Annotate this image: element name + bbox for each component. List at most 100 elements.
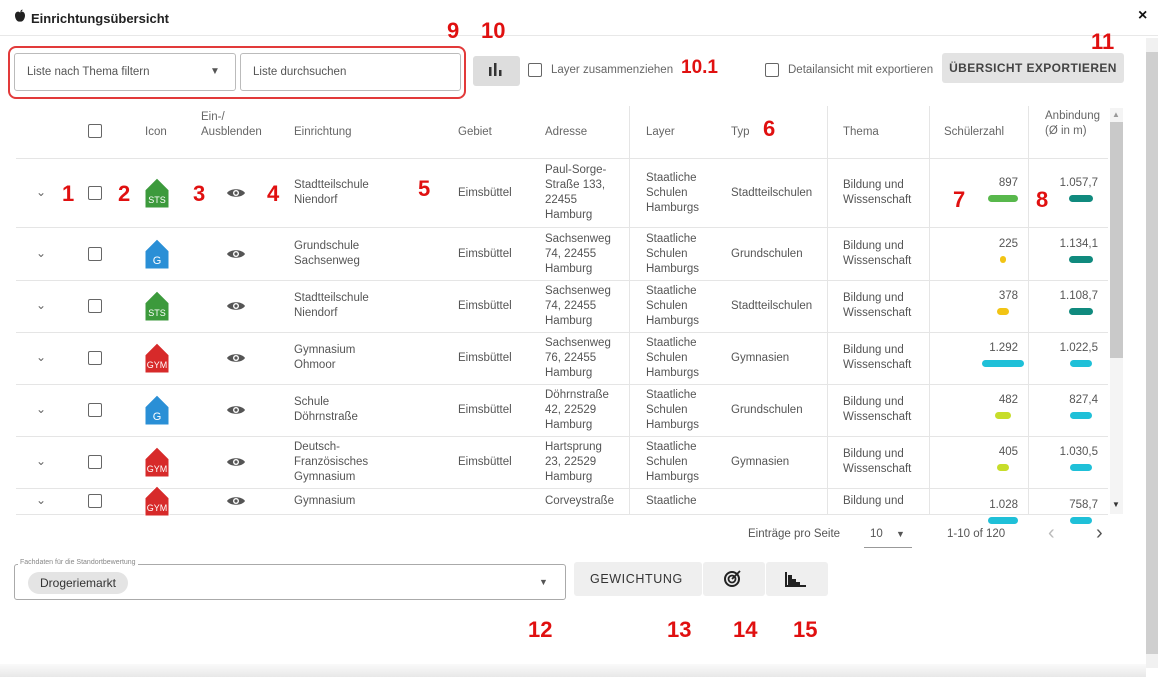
topic: Bildung und [843, 292, 904, 304]
topic-filter-select[interactable]: Liste nach Thema filtern ▼ [14, 53, 236, 91]
eye-icon[interactable] [226, 404, 246, 416]
address: 42, 22529 [545, 403, 597, 416]
scroll-down-icon[interactable]: ▼ [1112, 500, 1120, 509]
eye-icon[interactable] [226, 456, 246, 468]
expand-row-icon[interactable]: ⌄ [36, 493, 46, 507]
students-value: 225 [998, 238, 1018, 250]
connection-value: 1.030,5 [1059, 446, 1098, 458]
students-value: 378 [998, 290, 1018, 302]
chart-view-button[interactable] [473, 56, 520, 86]
expand-row-icon[interactable]: ⌄ [36, 246, 46, 260]
header-address[interactable]: Adresse [545, 125, 587, 140]
eye-icon[interactable] [226, 495, 246, 507]
header-connection-line1[interactable]: Anbindung [1045, 109, 1100, 124]
row-checkbox[interactable] [88, 494, 102, 508]
expand-row-icon[interactable]: ⌄ [36, 185, 46, 199]
layer: Staatliche [646, 336, 697, 349]
bar-chart-icon [489, 63, 502, 76]
row-checkbox[interactable] [88, 351, 102, 365]
area: Eimsbüttel [458, 404, 512, 416]
address: Sachsenweg [545, 232, 611, 245]
topic: Bildung und [843, 179, 904, 191]
rows-per-page-select[interactable]: 10 ▼ [864, 520, 912, 548]
name: Niendorf [294, 194, 338, 206]
address: 74, 22455 [545, 299, 597, 312]
row-checkbox[interactable] [88, 403, 102, 417]
column-divider [929, 106, 930, 514]
expand-row-icon[interactable]: ⌄ [36, 402, 46, 416]
header-type[interactable]: Typ [731, 125, 750, 140]
name: Schule [294, 396, 330, 408]
eye-icon[interactable] [226, 248, 246, 260]
header-students[interactable]: Schülerzahl [944, 125, 1004, 140]
eye-icon[interactable] [226, 300, 246, 312]
radar-chart-button[interactable] [703, 562, 765, 596]
table-scrollbar[interactable]: ▲ ▼ [1110, 108, 1123, 514]
dialog-scrollbar[interactable] [1146, 38, 1158, 668]
row-checkbox[interactable] [88, 299, 102, 313]
weighting-button[interactable]: GEWICHTUNG [574, 562, 702, 596]
close-icon[interactable]: × [1138, 7, 1147, 25]
area: Eimsbüttel [458, 456, 512, 468]
table-scrollbar-thumb[interactable] [1110, 122, 1123, 358]
expand-row-icon[interactable]: ⌄ [36, 454, 46, 468]
name: Gymnasium [294, 494, 356, 507]
connection-indicator [1069, 195, 1093, 202]
list-search-input[interactable] [240, 53, 461, 91]
layer: Schulen [646, 403, 688, 416]
header-layer[interactable]: Layer [646, 125, 675, 140]
selected-chip[interactable]: Drogeriemarkt [28, 572, 129, 594]
annotation-11: 11 [1091, 29, 1115, 54]
select-all-checkbox[interactable] [88, 124, 102, 138]
header-facility[interactable]: Einrichtung [294, 125, 352, 140]
eye-icon[interactable] [226, 352, 246, 364]
annotation-4: 4 [267, 181, 280, 206]
annotation-10: 10 [481, 18, 506, 43]
expand-row-icon[interactable]: ⌄ [36, 350, 46, 364]
connection-indicator [1070, 464, 1092, 471]
students-indicator [997, 464, 1009, 471]
export-overview-button[interactable]: ÜBERSICHT EXPORTIEREN [942, 53, 1124, 83]
detail-export-checkbox[interactable] [765, 63, 779, 77]
layer: Schulen [646, 247, 688, 260]
connection-value: 1.134,1 [1059, 238, 1098, 250]
name: Stadtteilschule [294, 292, 369, 304]
column-divider [629, 106, 630, 514]
school-type-badge: STS [148, 308, 166, 318]
name: Deutsch- [294, 440, 341, 453]
next-page-icon[interactable]: › [1096, 522, 1103, 545]
layer: Hamburgs [646, 314, 700, 327]
annotation-5: 5 [418, 176, 431, 201]
layer: Schulen [646, 186, 688, 199]
type: Stadtteilschulen [731, 187, 813, 199]
students-indicator [988, 517, 1018, 524]
row-checkbox[interactable] [88, 186, 102, 200]
connection-indicator [1070, 360, 1092, 367]
layer: Schulen [646, 455, 688, 468]
students-indicator [997, 308, 1009, 315]
histogram-button[interactable] [766, 562, 828, 596]
layer: Hamburgs [646, 418, 700, 431]
topic: Bildung und [843, 448, 904, 460]
connection-value: 1.022,5 [1059, 342, 1098, 354]
header-area[interactable]: Gebiet [458, 125, 492, 140]
row-checkbox[interactable] [88, 455, 102, 469]
school-type-icon: GYM [144, 342, 170, 374]
topic: Wissenschaft [843, 194, 912, 206]
row-checkbox[interactable] [88, 247, 102, 261]
merge-layers-checkbox[interactable] [528, 63, 542, 77]
expand-row-icon[interactable]: ⌄ [36, 298, 46, 312]
annotation-9: 9 [447, 18, 460, 43]
layer: Schulen [646, 351, 688, 364]
name: Döhrnstraße [294, 411, 358, 423]
scroll-up-icon[interactable]: ▲ [1112, 110, 1120, 119]
topic: Bildung und [843, 396, 904, 408]
previous-page-icon[interactable]: ‹ [1048, 522, 1055, 545]
address: Corveystraße [545, 494, 615, 507]
radar-icon [724, 570, 741, 587]
eye-icon[interactable] [226, 187, 246, 199]
dialog-scrollbar-thumb[interactable] [1146, 52, 1158, 654]
address: Sachsenweg [545, 336, 611, 349]
topic-filter-placeholder: Liste nach Thema filtern [27, 66, 150, 78]
header-topic[interactable]: Thema [843, 125, 879, 140]
